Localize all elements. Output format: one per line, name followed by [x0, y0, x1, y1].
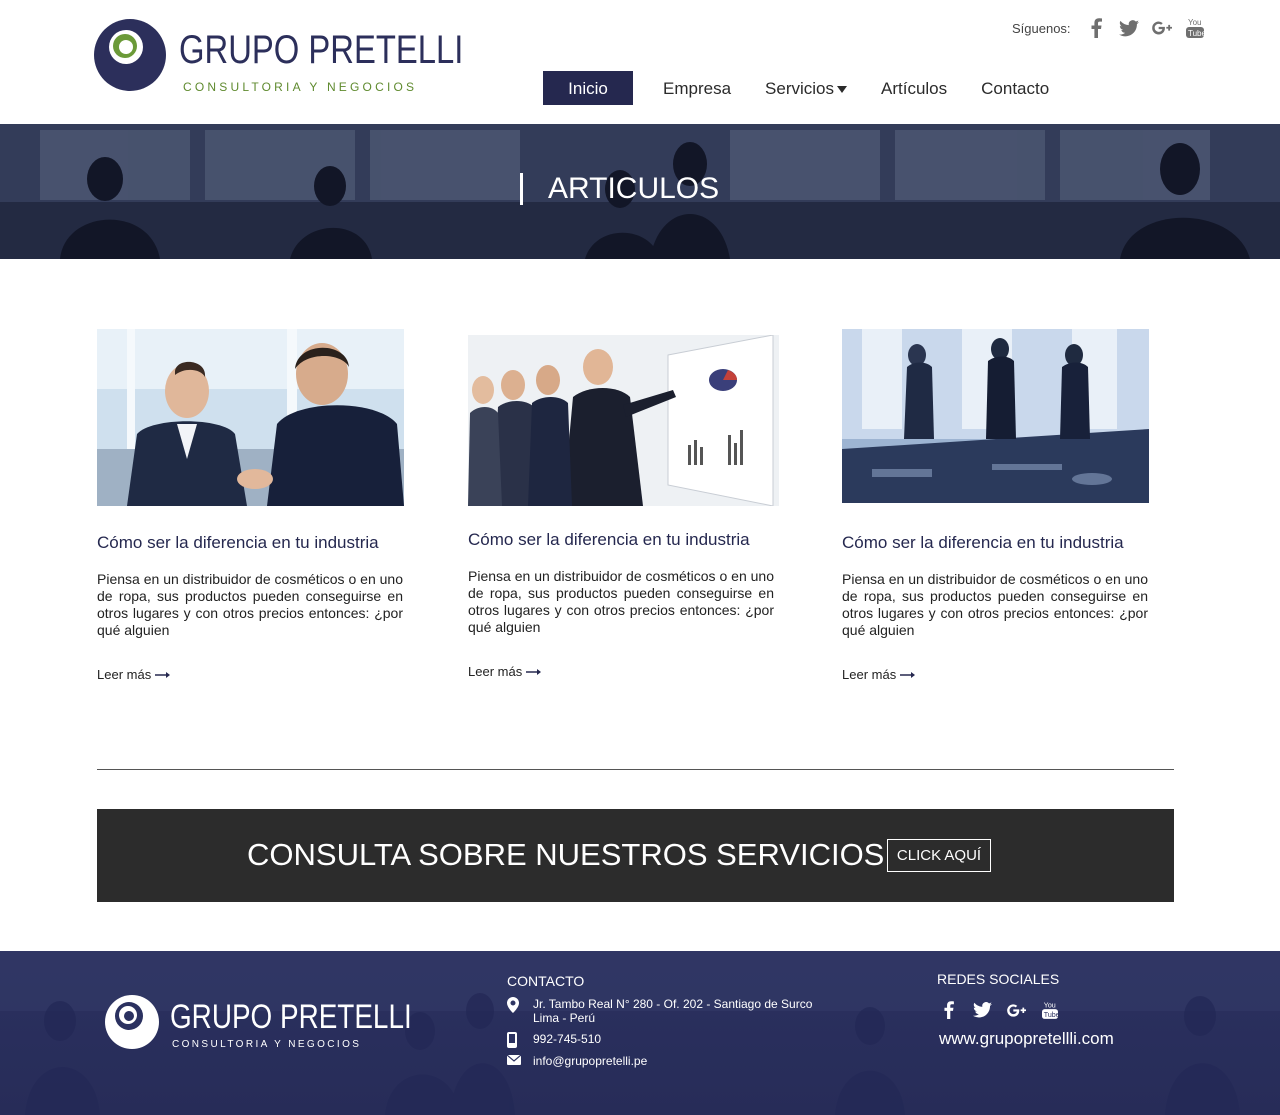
article-excerpt: Piensa en un distribuidor de cosméticos …	[468, 568, 774, 635]
article-image-office[interactable]	[842, 329, 1149, 503]
nav-item-servicios-label: Servicios	[765, 79, 834, 98]
contact-address: Jr. Tambo Real N° 280 - Of. 202 - Santia…	[507, 997, 812, 1025]
follow-label: Síguenos:	[1012, 20, 1071, 36]
cta-text: CONSULTA SOBRE NUESTROS SERVICIOS	[247, 837, 885, 872]
arrow-right-icon	[900, 671, 916, 678]
footer-social: REDES SOCIALES You Tube www.grupopretelll…	[937, 971, 1157, 1048]
article-title[interactable]: Cómo ser la diferencia en tu industria	[468, 530, 750, 550]
footer-facebook-icon[interactable]	[937, 999, 959, 1021]
footer-logo-tagline: CONSULTORIA Y NEGOCIOS	[172, 1039, 362, 1050]
banner-title-text: ARTICULOS	[548, 172, 720, 205]
read-more-link[interactable]: Leer más	[842, 667, 916, 682]
logo-mark-icon	[94, 19, 166, 91]
envelope-icon	[506, 1054, 522, 1065]
nav-item-contacto[interactable]: Contacto	[981, 71, 1049, 105]
cta-banner: CONSULTA SOBRE NUESTROS SERVICIOS CLICK …	[97, 809, 1174, 902]
site-logo[interactable]: GRUPO PRETELLI CONSULTORIA Y NEGOCIOS	[93, 18, 463, 98]
article-card: Cómo ser la diferencia en tu industria P…	[97, 329, 407, 682]
article-excerpt: Piensa en un distribuidor de cosméticos …	[97, 571, 403, 638]
article-card: Cómo ser la diferencia en tu industria P…	[468, 335, 779, 679]
mobile-phone-icon	[507, 1032, 517, 1048]
page-banner: ARTICULOS	[0, 124, 1280, 259]
nav-item-servicios[interactable]: Servicios	[765, 71, 847, 105]
read-more-label: Leer más	[468, 664, 523, 679]
social-heading: REDES SOCIALES	[937, 971, 1060, 987]
footer-logo[interactable]: GRUPO PRETELLI CONSULTORIA Y NEGOCIOS	[104, 994, 412, 1054]
footer-contact: CONTACTO Jr. Tambo Real N° 280 - Of. 202…	[506, 973, 837, 1068]
site-footer: GRUPO PRETELLI CONSULTORIA Y NEGOCIOS CO…	[0, 951, 1280, 1115]
phone-number[interactable]: 992-745-510	[533, 1032, 601, 1051]
address-line-2: Lima - Perú	[533, 1011, 596, 1025]
contact-email: info@grupopretelli.pe	[506, 1054, 647, 1068]
article-card: Cómo ser la diferencia en tu industria P…	[842, 329, 1152, 682]
footer-google-plus-icon[interactable]	[1005, 999, 1027, 1021]
read-more-label: Leer más	[97, 667, 152, 682]
svg-text:Tube: Tube	[1044, 1011, 1058, 1019]
nav-item-articulos[interactable]: Artículos	[881, 71, 947, 105]
main-nav: Inicio Empresa Servicios Artículos Conta…	[543, 71, 1083, 105]
arrow-right-icon	[155, 671, 171, 678]
footer-twitter-icon[interactable]	[971, 999, 993, 1021]
article-image-handshake[interactable]	[97, 329, 404, 506]
logo-tagline: CONSULTORIA Y NEGOCIOS	[183, 80, 418, 94]
address-line-1: Jr. Tambo Real N° 280 - Of. 202 - Santia…	[533, 997, 813, 1011]
read-more-link[interactable]: Leer más	[97, 667, 171, 682]
title-bar-decoration	[520, 173, 523, 205]
article-title[interactable]: Cómo ser la diferencia en tu industria	[97, 533, 379, 553]
arrow-right-icon	[526, 668, 542, 675]
nav-item-empresa[interactable]: Empresa	[663, 71, 731, 105]
facebook-icon[interactable]	[1085, 17, 1107, 39]
twitter-icon[interactable]	[1118, 17, 1140, 39]
svg-text:Tube: Tube	[1188, 29, 1204, 38]
caret-down-icon	[837, 86, 847, 94]
contact-heading: CONTACTO	[507, 973, 585, 989]
email-address[interactable]: info@grupopretelli.pe	[533, 1054, 647, 1068]
svg-text:You: You	[1044, 1001, 1056, 1009]
section-divider	[97, 769, 1174, 770]
footer-logo-name: GRUPO PRETELLI	[170, 998, 412, 1036]
banner-title: ARTICULOS	[520, 172, 719, 206]
website-url[interactable]: www.grupopretellli.com	[939, 1029, 1114, 1049]
footer-logo-mark-icon	[105, 995, 159, 1049]
article-title[interactable]: Cómo ser la diferencia en tu industria	[842, 533, 1124, 553]
read-more-label: Leer más	[842, 667, 897, 682]
article-excerpt: Piensa en un distribuidor de cosméticos …	[842, 571, 1148, 638]
cta-button[interactable]: CLICK AQUÍ	[887, 839, 991, 872]
logo-name: GRUPO PRETELLI	[179, 28, 464, 72]
contact-phone: 992-745-510	[507, 1032, 601, 1051]
site-header: GRUPO PRETELLI CONSULTORIA Y NEGOCIOS Sí…	[0, 0, 1280, 124]
article-image-presentation[interactable]	[468, 335, 779, 506]
social-links-top: Síguenos: You Tube	[1012, 16, 1217, 40]
location-pin-icon	[507, 997, 519, 1013]
youtube-icon[interactable]: You Tube	[1184, 17, 1206, 39]
footer-youtube-icon[interactable]: You Tube	[1039, 999, 1061, 1021]
google-plus-icon[interactable]	[1151, 17, 1173, 39]
read-more-link[interactable]: Leer más	[468, 664, 542, 679]
nav-item-inicio[interactable]: Inicio	[543, 71, 633, 105]
svg-text:You: You	[1188, 18, 1202, 27]
